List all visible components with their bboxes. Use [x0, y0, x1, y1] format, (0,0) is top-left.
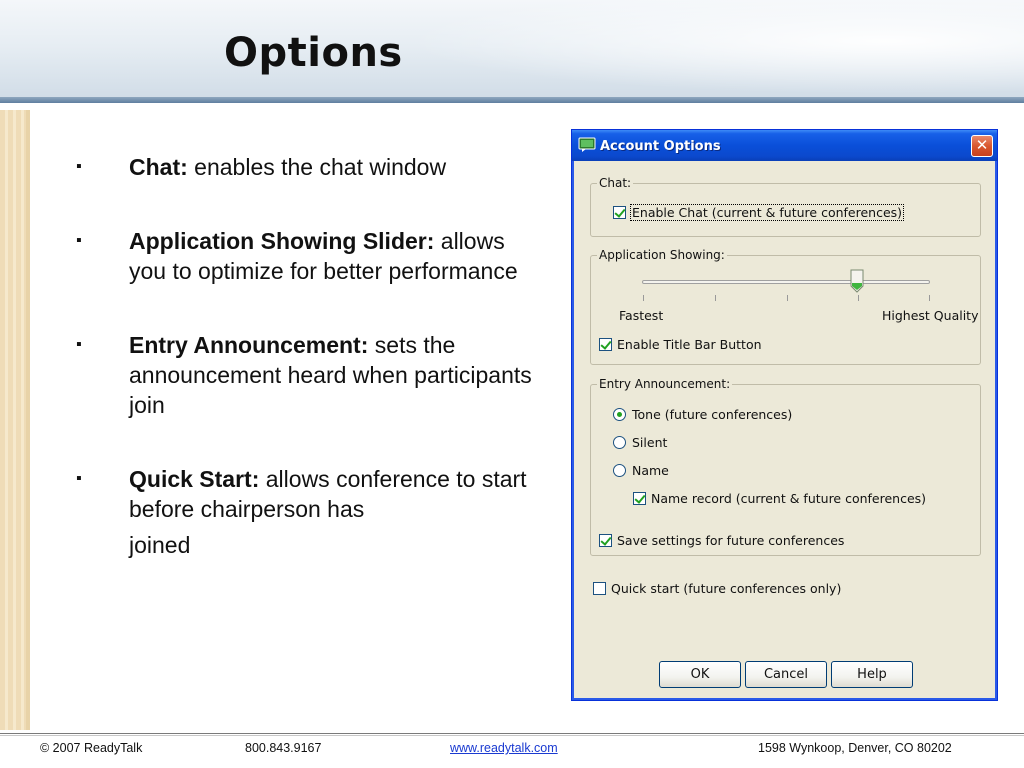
footer-address: 1598 Wynkoop, Denver, CO 80202: [758, 741, 952, 755]
cancel-button[interactable]: Cancel: [745, 661, 827, 688]
bullet-app-showing: ▪ Application Showing Slider: allows you…: [76, 226, 546, 286]
name-radio[interactable]: [613, 464, 626, 477]
bullet-marker: ▪: [76, 470, 82, 487]
ok-button[interactable]: OK: [659, 661, 741, 688]
entry-announcement-group-label: Entry Announcement:: [597, 377, 733, 391]
website-link[interactable]: www.readytalk.com: [450, 741, 558, 755]
chat-app-icon: [578, 137, 596, 152]
footer-copyright: © 2007 ReadyTalk: [40, 741, 143, 755]
bullet-quick-start: ▪ Quick Start: allows conference to star…: [76, 464, 546, 565]
bullet-term: Entry Announcement:: [129, 332, 369, 358]
slider-min-label: Fastest: [619, 308, 664, 323]
title-bar-button-label[interactable]: Enable Title Bar Button: [617, 337, 762, 352]
name-row: Name: [613, 463, 669, 478]
name-label[interactable]: Name: [632, 463, 669, 478]
bullet-term: Chat:: [129, 154, 188, 180]
bullet-list: ▪ Chat: enables the chat window ▪ Applic…: [76, 152, 546, 609]
quick-start-label[interactable]: Quick start (future conferences only): [611, 581, 841, 596]
footer-website: www.readytalk.com: [450, 741, 558, 755]
slide-header: [0, 0, 1024, 103]
title-bar-button-row: Enable Title Bar Button: [599, 337, 762, 352]
bullet-text: enables the chat window: [187, 154, 447, 180]
dialog-title: Account Options: [600, 139, 721, 154]
enable-chat-checkbox[interactable]: [613, 206, 626, 219]
tone-label[interactable]: Tone (future conferences): [632, 407, 792, 422]
app-showing-group-label: Application Showing:: [597, 248, 727, 262]
bullet-marker: ▪: [76, 158, 82, 175]
bullet-marker: ▪: [76, 336, 82, 353]
close-icon: ✕: [975, 136, 989, 154]
slider-tick: [858, 295, 859, 301]
bullet-term: Application Showing Slider:: [129, 228, 435, 254]
bullet-entry-announcement: ▪ Entry Announcement: sets the announcem…: [76, 330, 546, 420]
footer-divider: [0, 733, 1024, 734]
quality-slider-thumb[interactable]: [850, 269, 864, 293]
help-button[interactable]: Help: [831, 661, 913, 688]
save-settings-row: Save settings for future conferences: [599, 533, 844, 548]
slider-tick: [787, 295, 788, 301]
tone-row: Tone (future conferences): [613, 407, 792, 422]
bullet-chat: ▪ Chat: enables the chat window: [76, 152, 546, 182]
slider-tick: [929, 295, 930, 301]
bullet-text-tail: joined: [129, 532, 191, 558]
silent-row: Silent: [613, 435, 667, 450]
slider-tick: [643, 295, 644, 301]
left-decorative-bar: [0, 110, 30, 730]
name-record-label[interactable]: Name record (current & future conference…: [651, 491, 926, 506]
account-options-dialog: Account Options ✕ Chat: Enable Chat (cur…: [571, 129, 998, 701]
silent-label[interactable]: Silent: [632, 435, 667, 450]
dialog-titlebar[interactable]: Account Options ✕: [572, 130, 997, 161]
slider-tick: [715, 295, 716, 301]
enable-chat-label[interactable]: Enable Chat (current & future conference…: [629, 204, 905, 221]
save-settings-checkbox[interactable]: [599, 534, 612, 547]
name-record-checkbox[interactable]: [633, 492, 646, 505]
name-record-row: Name record (current & future conference…: [633, 491, 926, 506]
slider-max-label: Highest Quality: [882, 308, 979, 323]
tone-radio[interactable]: [613, 408, 626, 421]
save-settings-label[interactable]: Save settings for future conferences: [617, 533, 844, 548]
header-divider: [0, 97, 1024, 103]
enable-chat-row: Enable Chat (current & future conference…: [613, 204, 905, 221]
silent-radio[interactable]: [613, 436, 626, 449]
quality-slider-track[interactable]: [642, 280, 930, 284]
bullet-marker: ▪: [76, 232, 82, 249]
footer-divider-light: [0, 735, 1024, 736]
close-button[interactable]: ✕: [971, 135, 993, 157]
quick-start-checkbox[interactable]: [593, 582, 606, 595]
bullet-term: Quick Start:: [129, 466, 260, 492]
footer-phone: 800.843.9167: [245, 741, 322, 755]
chat-group: Chat: Enable Chat (current & future conf…: [590, 176, 981, 237]
chat-group-label: Chat:: [597, 176, 634, 190]
quick-start-row: Quick start (future conferences only): [593, 581, 841, 596]
slide-title: Options: [224, 30, 403, 76]
header-glow: [324, 0, 1024, 103]
title-bar-button-checkbox[interactable]: [599, 338, 612, 351]
